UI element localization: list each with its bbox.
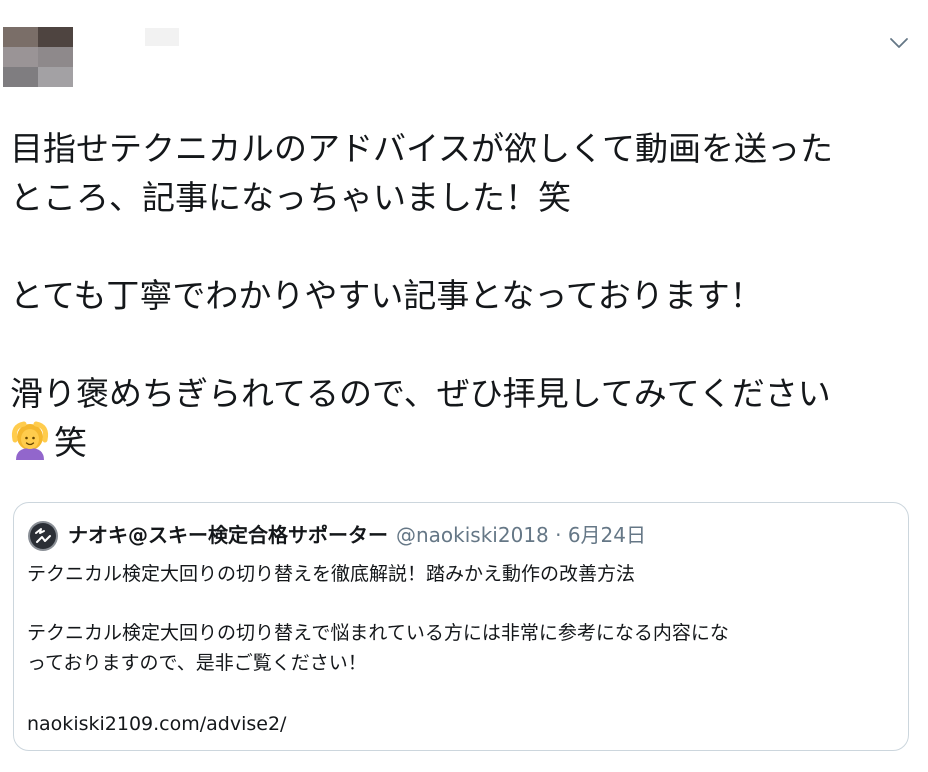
quoted-author-name[interactable]: ナオキ@スキー検定合格サポーター [68, 523, 388, 547]
tweet-text-line: ところ、記事になっちゃいました！笑 [10, 178, 571, 217]
quoted-author-avatar[interactable] [28, 521, 58, 551]
quoted-tweet-link[interactable]: naokiski2109.com/advise2/ [27, 709, 286, 739]
tweet-text-line: 滑り褒めちぎられてるので、ぜひ拝見してみてください [10, 374, 831, 413]
quoted-author-meta: @naokiski2018 · 6月24日 [396, 523, 647, 547]
quoted-tweet-text: テクニカル検定大回りの切り替えを徹底解説！踏みかえ動作の改善方法 テクニカル検定… [27, 559, 897, 678]
tweet-text-line: とても丁寧でわかりやすい記事となっております！ [10, 276, 763, 315]
quoted-text-line: テクニカル検定大回りの切り替えを徹底解説！踏みかえ動作の改善方法 [27, 563, 636, 585]
person-gesturing-ok-emoji [10, 420, 50, 460]
quoted-text-line: テクニカル検定大回りの切り替えで悩まれている方には非常に参考になる内容にな [27, 622, 729, 644]
quoted-tweet-header: ナオキ@スキー検定合格サポーター @naokiski2018 · 6月24日 [68, 521, 646, 549]
tweet: 目指せテクニカルのアドバイスが欲しくて動画を送った ところ、記事になっちゃいまし… [0, 0, 928, 772]
quoted-text-line: っておりますので、是非ご覧ください！ [27, 652, 367, 674]
chevron-down-icon[interactable] [888, 34, 910, 52]
tweet-text-laugh: 笑 [54, 423, 87, 462]
avatar[interactable] [3, 27, 73, 87]
tweet-text: 目指せテクニカルのアドバイスが欲しくて動画を送った ところ、記事になっちゃいまし… [10, 124, 922, 467]
tweet-text-line: 目指せテクニカルのアドバイスが欲しくて動画を送った [10, 129, 834, 168]
tweet-text-line-last: 笑 [10, 418, 922, 467]
quoted-tweet-card[interactable]: ナオキ@スキー検定合格サポーター @naokiski2018 · 6月24日 テク… [13, 502, 909, 751]
user-name-redacted[interactable] [145, 28, 179, 46]
